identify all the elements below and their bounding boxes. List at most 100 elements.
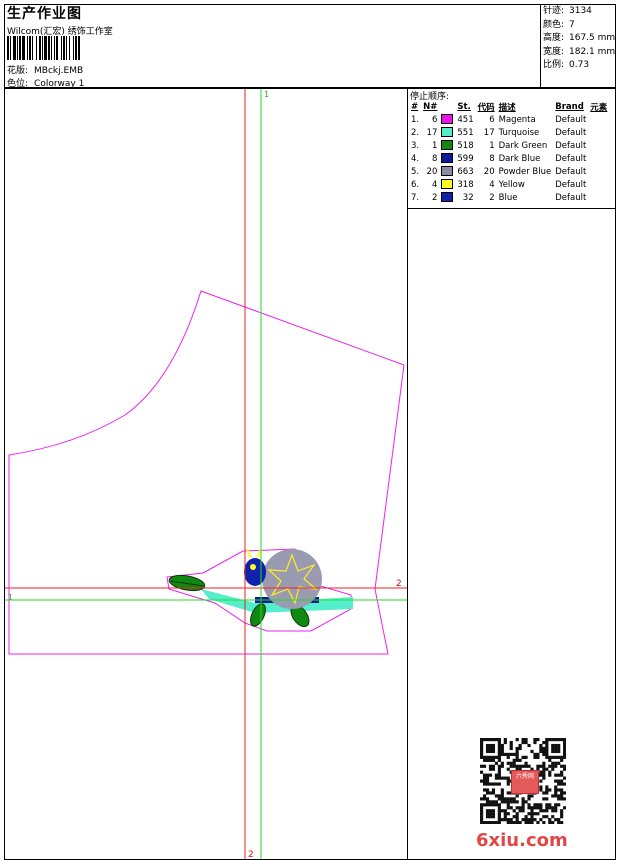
qr-module (530, 806, 534, 810)
design-file-line: 花版: MBckj.EMB (7, 63, 83, 76)
qr-module (488, 738, 493, 742)
qr-module (539, 803, 543, 807)
qr-module (482, 779, 487, 783)
qr-module (551, 794, 555, 798)
cell-brand: Default (555, 166, 587, 177)
qr-module (485, 800, 490, 804)
qr-module (480, 755, 484, 759)
qr-module (527, 821, 531, 824)
table-row: 7. 2 32 2 Blue Default (409, 191, 609, 204)
qr-module (515, 800, 519, 804)
color-swatch (441, 192, 454, 203)
qr-module (539, 743, 543, 748)
qr-module (542, 773, 546, 777)
cell-n: 4 (431, 179, 438, 190)
qr-module (506, 800, 510, 804)
qr-module (551, 746, 555, 751)
qr-module (503, 752, 507, 756)
qr-module (545, 815, 549, 819)
qr-module (491, 755, 496, 759)
qr-module (482, 797, 487, 801)
qr-module (485, 755, 490, 759)
qr-module (480, 749, 484, 754)
qr-module (533, 806, 537, 810)
qr-module (497, 815, 501, 819)
qr-module (554, 785, 558, 789)
cell-brand: Default (555, 179, 587, 190)
page-title: 生产作业图 (7, 6, 82, 22)
qr-module (548, 770, 552, 774)
qr-module (530, 821, 534, 824)
qr-module (488, 800, 493, 804)
qr-module (545, 743, 549, 748)
qr-module (512, 815, 516, 819)
qr-module (506, 755, 510, 759)
cell-code: 1 (489, 140, 495, 151)
qr-module (480, 806, 484, 810)
qr-module (527, 803, 531, 807)
cell-element (588, 152, 609, 165)
col-header-swatch (439, 101, 455, 113)
qr-module (515, 738, 519, 742)
qr-module (539, 749, 543, 754)
qr-module (542, 752, 546, 756)
qr-module (557, 794, 561, 798)
qr-module (515, 764, 519, 768)
cell-element (588, 113, 609, 126)
qr-module (485, 743, 490, 748)
qr-module (497, 818, 501, 822)
qr-module (530, 809, 534, 813)
qr-module (521, 818, 525, 822)
qr-module (560, 821, 564, 824)
qr-module (524, 800, 528, 804)
qr-module (480, 818, 484, 822)
cell-desc: Powder Blue (498, 166, 552, 177)
qr-module (491, 803, 496, 807)
qr-module (500, 743, 504, 748)
qr-module (494, 773, 498, 777)
cell-element (588, 191, 609, 204)
qr-module (542, 746, 546, 751)
qr-module (488, 749, 493, 754)
qr-module (521, 740, 525, 745)
qr-module (545, 806, 549, 810)
cell-stitches: 518 (457, 140, 474, 151)
qr-module (545, 785, 549, 789)
qr-module (527, 743, 531, 748)
qr-module (488, 812, 493, 816)
qr-module (533, 755, 537, 759)
qr-module (497, 752, 501, 756)
qr-module (506, 818, 510, 822)
qr-module (509, 743, 513, 748)
design-value: MBckj.EMB (34, 66, 84, 76)
design-canvas[interactable]: 1 1 2 2 (4, 88, 408, 860)
design-drawing: 1 1 2 2 (5, 89, 407, 859)
qr-module (497, 812, 501, 816)
qr-module (494, 782, 498, 786)
qr-module (518, 821, 522, 824)
marker-top: 1 (264, 90, 269, 99)
qr-module (563, 743, 566, 748)
qr-module (500, 791, 504, 795)
qr-module (500, 797, 504, 801)
qr-module (482, 738, 487, 742)
qr-module (485, 758, 490, 762)
qr-module (530, 749, 534, 754)
qr-module (560, 812, 564, 816)
seal-stamp: 六秀网 (511, 770, 539, 794)
qr-module (539, 746, 543, 751)
qr-module (530, 815, 534, 819)
qr-module (482, 782, 487, 786)
qr-module (503, 740, 507, 745)
qr-module (506, 791, 510, 795)
qr-module (480, 779, 484, 783)
qr-module (485, 776, 490, 780)
cell-index: 3. (411, 140, 420, 151)
qr-module (497, 767, 501, 771)
qr-module (560, 788, 564, 792)
qr-module (554, 743, 558, 748)
cell-desc: Magenta (498, 114, 536, 125)
qr-module (527, 806, 531, 810)
table-header-row: # N# St. 代码 描述 Brand 元素 (409, 101, 609, 113)
qr-module (563, 764, 566, 768)
